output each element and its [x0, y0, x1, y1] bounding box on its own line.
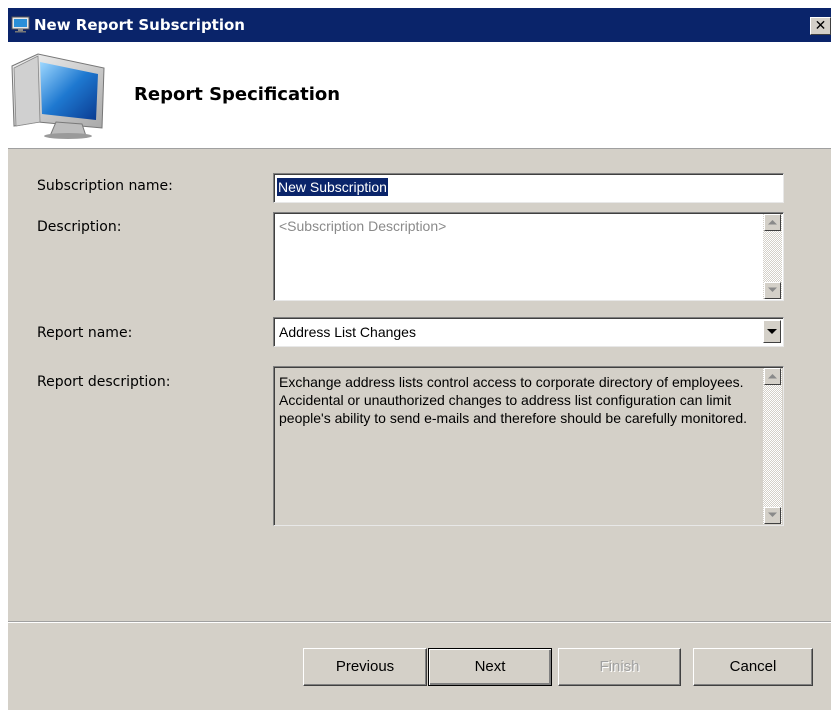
report-name-value: Address List Changes — [279, 324, 416, 340]
description-label: Description: — [37, 219, 122, 235]
finish-button[interactable]: Finish — [558, 648, 681, 686]
description-scrollbar[interactable] — [763, 214, 782, 299]
chevron-down-icon — [767, 329, 777, 334]
report-description-label: Report description: — [37, 374, 171, 390]
arrow-up-icon — [768, 374, 777, 379]
description-textarea[interactable]: <Subscription Description> — [273, 212, 784, 301]
scroll-down-button[interactable] — [764, 282, 781, 299]
subscription-name-label: Subscription name: — [37, 178, 173, 194]
window-app-icon — [11, 16, 31, 33]
computer-monitor-icon — [8, 52, 108, 140]
description-placeholder: <Subscription Description> — [279, 218, 447, 234]
previous-button[interactable]: Previous — [303, 648, 427, 686]
page-title: Report Specification — [134, 84, 341, 105]
wizard-header: Report Specification — [8, 42, 831, 149]
report-name-combobox[interactable]: Address List Changes — [273, 317, 784, 347]
subscription-name-value: New Subscription — [277, 178, 388, 196]
cancel-button[interactable]: Cancel — [693, 648, 813, 686]
scroll-up-button[interactable] — [764, 214, 781, 231]
report-description-scrollbar[interactable] — [763, 368, 782, 524]
report-subscription-dialog: New Report Subscription ✕ Report Specifi… — [8, 8, 831, 710]
report-name-dropdown-button[interactable] — [763, 320, 781, 343]
report-description-textarea: Exchange address lists control access to… — [273, 366, 784, 526]
next-button[interactable]: Next — [428, 648, 552, 686]
scroll-up-button[interactable] — [764, 368, 781, 385]
report-description-text: Exchange address lists control access to… — [279, 374, 748, 426]
subscription-name-input[interactable]: New Subscription — [273, 173, 784, 203]
footer-separator — [8, 621, 831, 623]
report-name-label: Report name: — [37, 325, 133, 341]
title-bar[interactable]: New Report Subscription ✕ — [8, 8, 831, 42]
close-button[interactable]: ✕ — [810, 17, 831, 35]
arrow-down-icon — [768, 287, 777, 292]
arrow-down-icon — [768, 512, 777, 517]
arrow-up-icon — [768, 220, 777, 225]
scroll-down-button[interactable] — [764, 507, 781, 524]
window-title: New Report Subscription — [34, 16, 245, 34]
close-icon: ✕ — [814, 18, 827, 34]
